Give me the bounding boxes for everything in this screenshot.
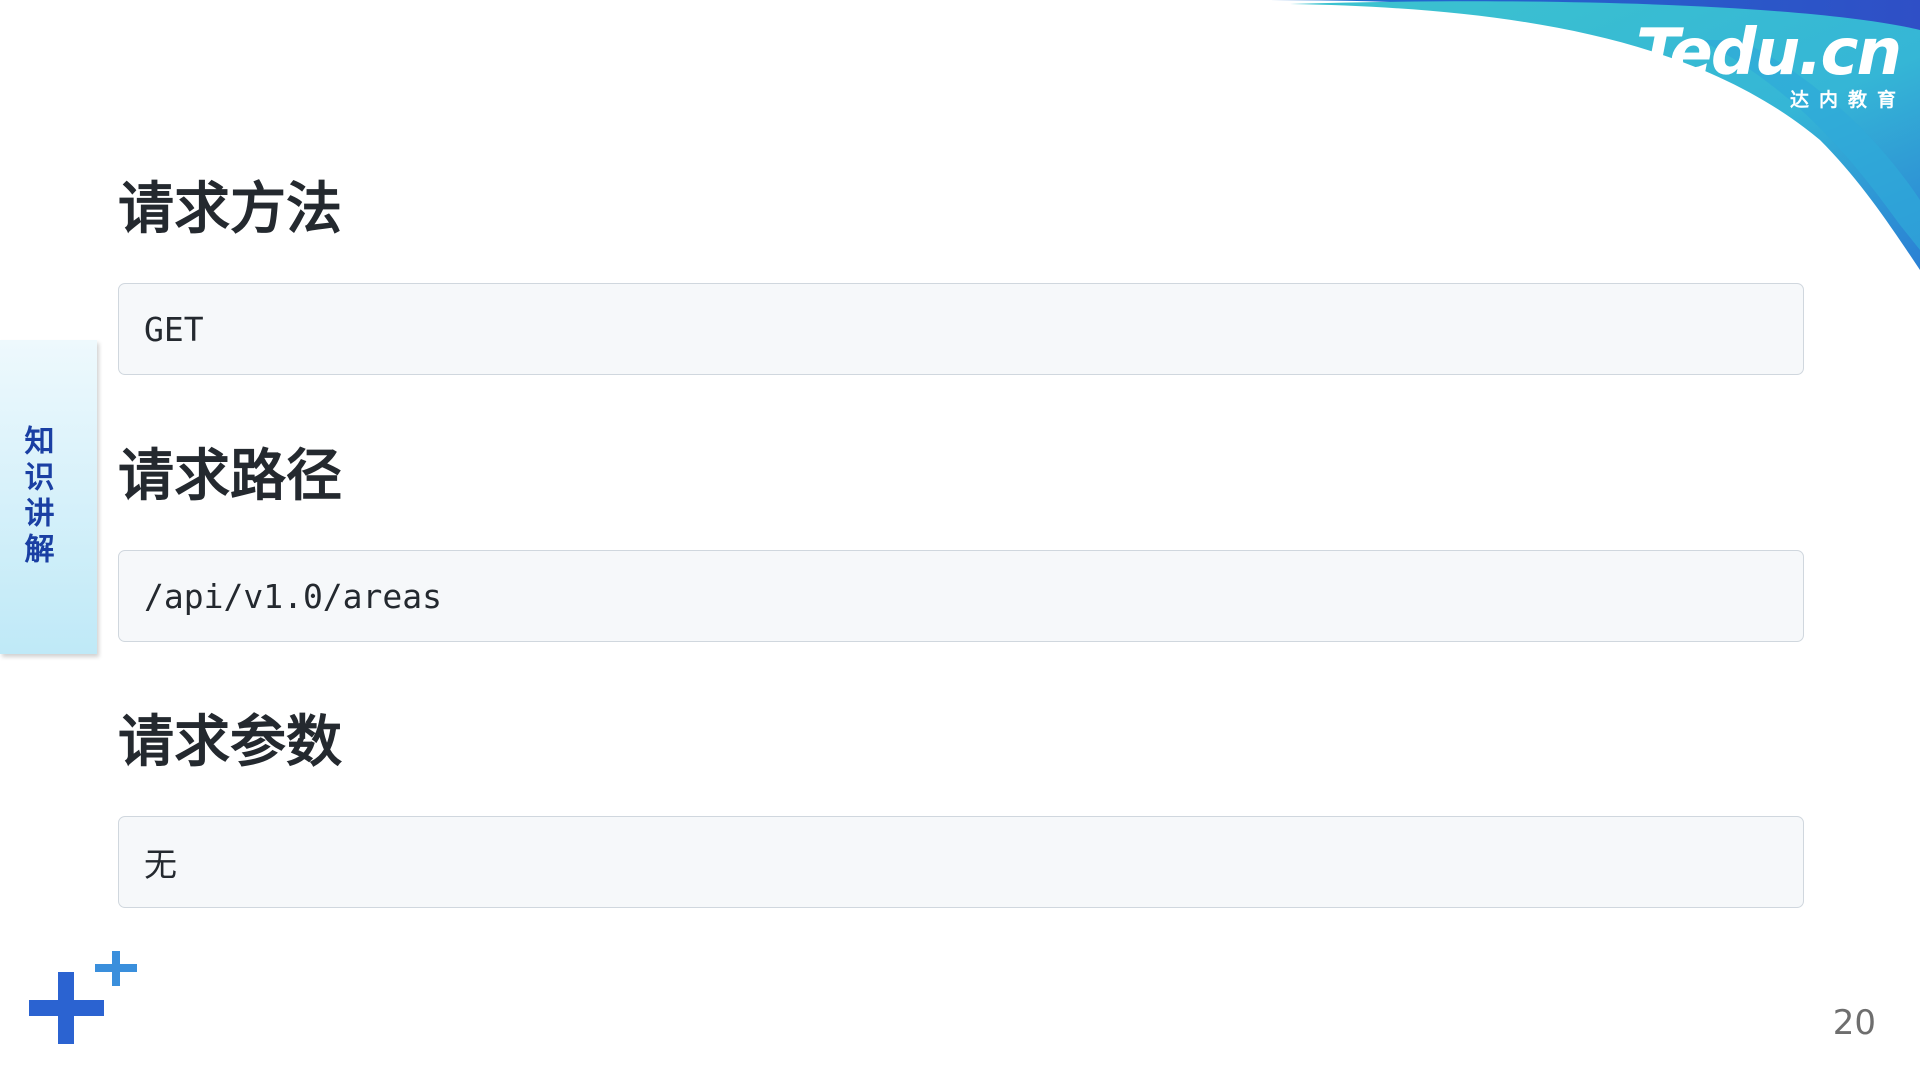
- code-block: /api/v1.0/areas: [118, 550, 1804, 642]
- code-block: GET: [118, 283, 1804, 375]
- page-number: 20: [1832, 1003, 1876, 1043]
- logo: Tedu.cn 达内教育: [1630, 16, 1902, 112]
- plus-large-vertical: [58, 972, 74, 1044]
- section-request-path: 请求路径 /api/v1.0/areas: [118, 442, 1804, 642]
- section-title: 请求路径: [118, 444, 342, 509]
- section-request-method: 请求方法 GET: [118, 175, 1804, 375]
- logo-sub-text: 达内教育: [1789, 89, 1906, 111]
- side-tab: 知识讲解: [0, 340, 97, 654]
- logo-main-text: Tedu.cn: [1636, 16, 1902, 90]
- side-tab-label: 知识讲解: [18, 425, 54, 569]
- section-request-params: 请求参数 无: [118, 708, 1804, 908]
- code-value: GET: [144, 309, 204, 349]
- plus-small-vertical: [112, 951, 120, 986]
- section-title: 请求方法: [118, 177, 342, 242]
- section-title: 请求参数: [118, 710, 342, 775]
- code-value: /api/v1.0/areas: [144, 576, 443, 616]
- code-block: 无: [118, 816, 1804, 908]
- slide: Tedu.cn 达内教育 知识讲解 请求方法 GET 请求路径 /api/v1.…: [0, 0, 1920, 1080]
- code-value: 无: [144, 845, 177, 884]
